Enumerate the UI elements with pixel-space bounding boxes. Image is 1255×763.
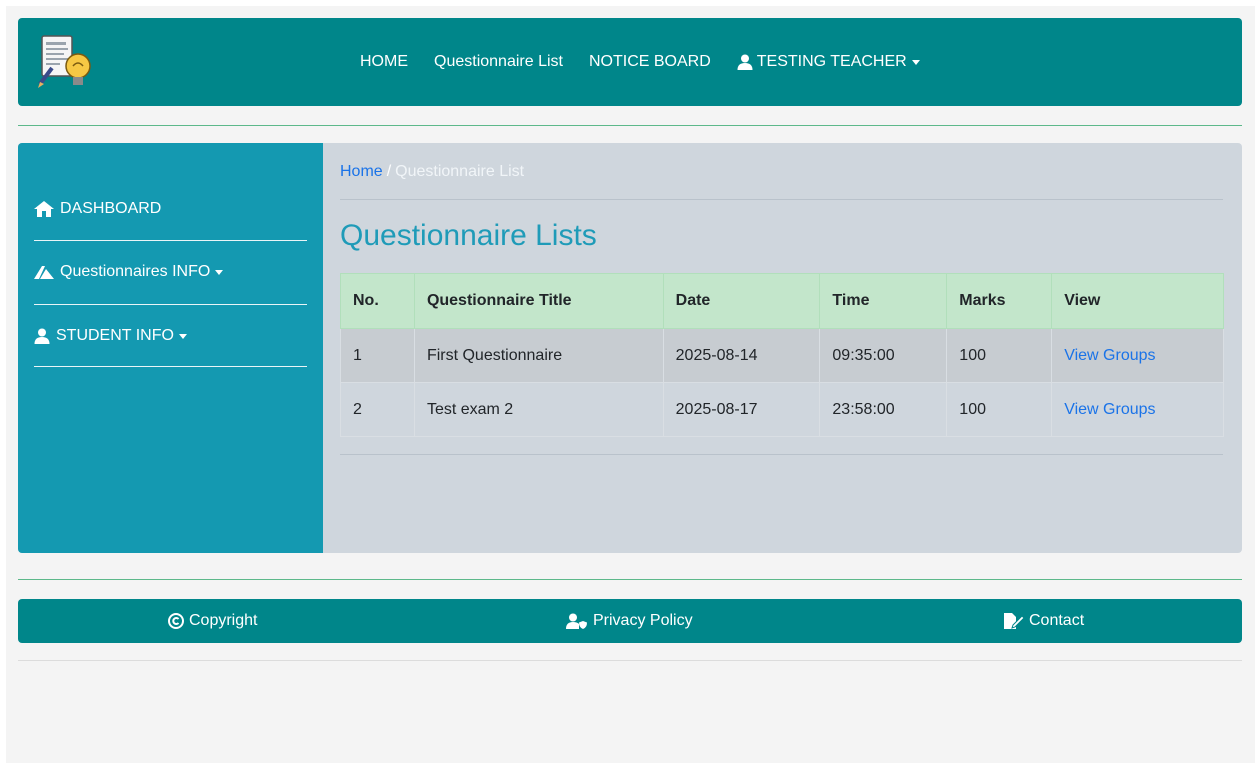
view-groups-link[interactable]: View Groups bbox=[1064, 401, 1155, 418]
sidebar-item-label: DASHBOARD bbox=[60, 200, 162, 217]
divider bbox=[18, 660, 1242, 661]
footer: Copyright Privacy Policy Contact bbox=[18, 599, 1242, 643]
column-header-time: Time bbox=[819, 273, 948, 329]
sidebar-item-dashboard[interactable]: DASHBOARD bbox=[34, 177, 307, 241]
breadcrumb-current: Questionnaire List bbox=[395, 163, 525, 180]
cell-view: View Groups bbox=[1051, 382, 1224, 437]
page: HOME Questionnaire List NOTICE BOARD TES… bbox=[6, 6, 1255, 763]
nav-user-label: TESTING TEACHER bbox=[756, 53, 907, 70]
caret-down-icon bbox=[911, 59, 920, 65]
nav-home[interactable]: HOME bbox=[360, 53, 408, 71]
sidebar-item-student-info[interactable]: STUDENT INFO bbox=[34, 304, 307, 368]
top-navbar: HOME Questionnaire List NOTICE BOARD TES… bbox=[18, 18, 1242, 106]
home-icon bbox=[34, 201, 54, 217]
footer-privacy-link[interactable]: Privacy Policy bbox=[566, 599, 693, 643]
divider bbox=[18, 579, 1242, 580]
view-groups-link[interactable]: View Groups bbox=[1064, 347, 1155, 364]
user-shield-icon bbox=[566, 613, 588, 629]
user-icon bbox=[737, 54, 753, 70]
column-header-no: No. bbox=[340, 273, 415, 329]
table-row: 1 First Questionnaire 2025-08-14 09:35:0… bbox=[340, 328, 1224, 383]
main-panel: DASHBOARD Questionnaires INFO STUDENT IN… bbox=[18, 143, 1242, 553]
column-header-date: Date bbox=[662, 273, 821, 329]
breadcrumb-separator: / bbox=[386, 163, 392, 180]
footer-contact-label: Contact bbox=[1029, 612, 1085, 629]
breadcrumb: Home / Questionnaire List bbox=[340, 163, 524, 181]
column-header-marks: Marks bbox=[946, 273, 1053, 329]
table-header-row: No. Questionnaire Title Date Time Marks … bbox=[340, 273, 1224, 329]
cell-no: 2 bbox=[340, 382, 415, 437]
sidebar: DASHBOARD Questionnaires INFO STUDENT IN… bbox=[18, 143, 323, 553]
column-header-title: Questionnaire Title bbox=[413, 273, 664, 329]
cell-marks: 100 bbox=[946, 328, 1053, 383]
cell-date: 2025-08-17 bbox=[662, 382, 821, 437]
cell-date: 2025-08-14 bbox=[662, 328, 821, 383]
breadcrumb-home-link[interactable]: Home bbox=[340, 163, 383, 180]
nav-questionnaire-list[interactable]: Questionnaire List bbox=[434, 53, 563, 71]
pencil-ruler-icon bbox=[34, 265, 54, 279]
cell-view: View Groups bbox=[1051, 328, 1224, 383]
cell-title: Test exam 2 bbox=[413, 382, 664, 437]
cell-no: 1 bbox=[340, 328, 415, 383]
user-icon bbox=[34, 328, 50, 344]
footer-copyright-label: Copyright bbox=[189, 612, 258, 629]
divider bbox=[18, 125, 1242, 126]
sidebar-item-questionnaires[interactable]: Questionnaires INFO bbox=[34, 240, 307, 304]
notes-lightbulb-logo[interactable] bbox=[36, 32, 92, 92]
sidebar-divider bbox=[34, 366, 307, 367]
divider bbox=[340, 454, 1223, 455]
caret-down-icon bbox=[215, 269, 224, 275]
sidebar-item-label: Questionnaires INFO bbox=[60, 263, 211, 280]
cell-time: 09:35:00 bbox=[819, 328, 948, 383]
caret-down-icon bbox=[178, 333, 187, 339]
cell-marks: 100 bbox=[946, 382, 1053, 437]
nav-user-dropdown[interactable]: TESTING TEACHER bbox=[737, 53, 920, 71]
footer-contact-link[interactable]: Contact bbox=[1004, 599, 1084, 643]
footer-privacy-label: Privacy Policy bbox=[593, 612, 693, 629]
divider bbox=[340, 199, 1223, 200]
column-header-view: View bbox=[1051, 273, 1224, 329]
edit-document-icon bbox=[1004, 613, 1024, 629]
copyright-icon bbox=[168, 613, 184, 629]
table-row: 2 Test exam 2 2025-08-17 23:58:00 100 Vi… bbox=[340, 382, 1224, 437]
cell-title: First Questionnaire bbox=[413, 328, 664, 383]
content-area: Home / Questionnaire List Questionnaire Li… bbox=[323, 143, 1242, 553]
page-title: Questionnaire Lists bbox=[340, 219, 597, 252]
questionnaire-table: No. Questionnaire Title Date Time Marks … bbox=[340, 273, 1224, 437]
cell-time: 23:58:00 bbox=[819, 382, 948, 437]
footer-copyright-link[interactable]: Copyright bbox=[168, 599, 257, 643]
nav-notice-board[interactable]: NOTICE BOARD bbox=[589, 53, 711, 71]
sidebar-item-label: STUDENT INFO bbox=[56, 327, 174, 344]
